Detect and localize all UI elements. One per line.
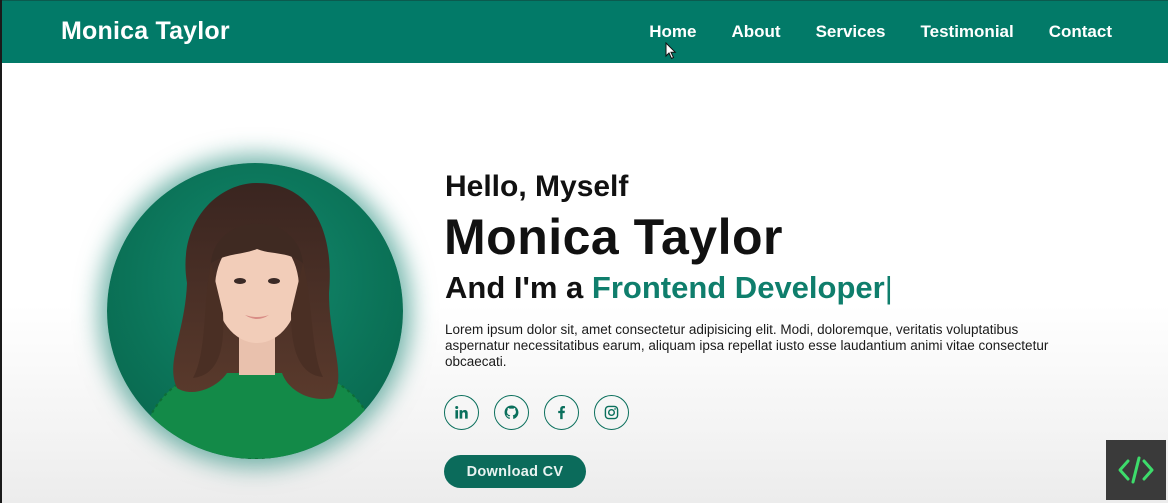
linkedin-glyph bbox=[455, 405, 468, 419]
portrait-illustration bbox=[135, 183, 384, 459]
hero-greeting: Hello, Myself bbox=[445, 170, 629, 203]
facebook-glyph bbox=[558, 406, 565, 420]
nav-services[interactable]: Services bbox=[816, 22, 886, 42]
hero-name: Monica Taylor bbox=[444, 209, 783, 265]
navbar: Monica Taylor Home About Services Testim… bbox=[2, 0, 1168, 63]
role-prefix: And I'm a bbox=[445, 270, 592, 305]
code-icon bbox=[1118, 456, 1154, 484]
nav-contact[interactable]: Contact bbox=[1049, 22, 1112, 42]
hero-role-line: And I'm a Frontend Developer| bbox=[445, 270, 893, 306]
linkedin-icon[interactable] bbox=[444, 395, 479, 430]
instagram-icon[interactable] bbox=[594, 395, 629, 430]
facebook-icon[interactable] bbox=[544, 395, 579, 430]
social-links bbox=[444, 395, 644, 430]
typing-caret: | bbox=[884, 270, 893, 305]
nav-links: Home About Services Testimonial Contact bbox=[614, 22, 1112, 42]
github-icon[interactable] bbox=[494, 395, 529, 430]
instagram-glyph bbox=[604, 405, 619, 420]
nav-about[interactable]: About bbox=[731, 22, 780, 42]
mouse-cursor-icon bbox=[665, 42, 677, 60]
role-title: Frontend Developer bbox=[591, 270, 885, 305]
github-glyph bbox=[504, 405, 519, 419]
hero-description: Lorem ipsum dolor sit, amet consectetur … bbox=[445, 322, 1049, 369]
download-cv-button[interactable]: Download CV bbox=[444, 455, 586, 488]
nav-testimonial[interactable]: Testimonial bbox=[921, 22, 1014, 42]
profile-photo bbox=[107, 163, 403, 459]
nav-home[interactable]: Home bbox=[649, 22, 696, 42]
code-badge bbox=[1106, 440, 1166, 500]
brand-logo[interactable]: Monica Taylor bbox=[61, 17, 230, 46]
